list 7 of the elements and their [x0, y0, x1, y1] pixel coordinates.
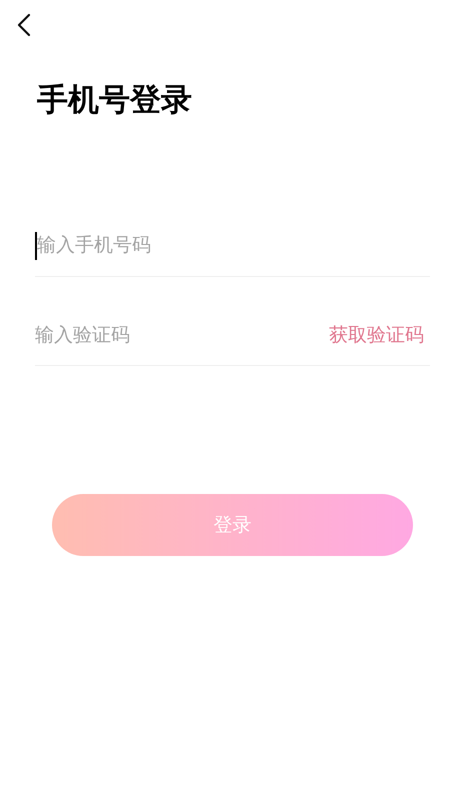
back-icon[interactable]	[17, 13, 31, 37]
text-cursor	[35, 232, 37, 260]
phone-input-field[interactable]: 输入手机号码	[37, 231, 337, 260]
page-title: 手机号登录	[37, 82, 192, 118]
get-code-link[interactable]: 获取验证码	[329, 320, 424, 350]
code-input-field[interactable]: 输入验证码	[35, 320, 235, 350]
login-button[interactable]: 登录	[52, 494, 413, 556]
